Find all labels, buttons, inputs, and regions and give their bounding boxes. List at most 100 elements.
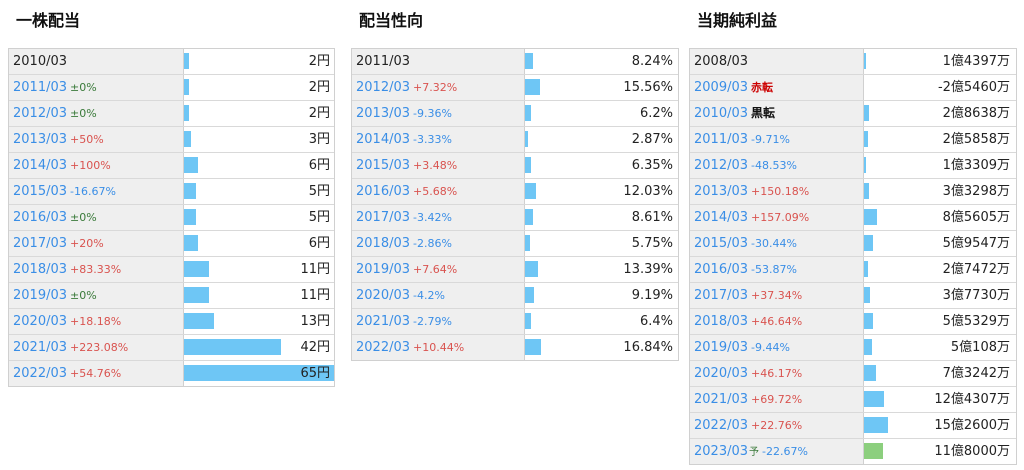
row-label: 2019/03 -9.44%: [690, 335, 864, 360]
value-bar: [184, 183, 196, 199]
table-row: 2019/03 +7.64% 13.39%: [352, 257, 678, 283]
change-label: +20%: [70, 237, 104, 250]
year-label: 2020/03: [694, 366, 749, 381]
value-bar: [864, 105, 869, 121]
row-label: 2019/03 +7.64%: [352, 257, 525, 282]
dividend-per-share-table: 2010/03 2円 2011/03 ±0% 2円 2012/03 ±0% 2円 2013/03…: [8, 48, 335, 387]
value-label: 5円: [308, 184, 330, 199]
value-bar: [525, 53, 533, 69]
value-label: 13円: [300, 314, 330, 329]
value-label: 2.87%: [631, 132, 673, 147]
year-label: 2011/03: [356, 54, 411, 69]
year-label: 2017/03: [694, 288, 749, 303]
value-label: 11円: [300, 262, 330, 277]
value-label: 8.61%: [631, 210, 673, 225]
year-label: 2013/03: [356, 106, 411, 121]
change-label: -2.79%: [413, 315, 452, 328]
row-label: 2020/03 -4.2%: [352, 283, 525, 308]
table-row: 2022/03 +54.76% 65円: [9, 361, 334, 386]
year-label: 2018/03: [13, 262, 68, 277]
payout-ratio-title: 配当性向: [359, 11, 424, 30]
change-label: -9.71%: [751, 133, 790, 146]
value-label: 2億5858万: [942, 132, 1010, 147]
value-bar: [184, 53, 189, 69]
table-row: 2016/03 -53.87% 2億7472万: [690, 257, 1016, 283]
row-label: 2016/03 +5.68%: [352, 179, 525, 204]
year-label: 2022/03: [13, 366, 68, 381]
table-row: 2015/03 -16.67% 5円: [9, 179, 334, 205]
table-row: 2020/03 +18.18% 13円: [9, 309, 334, 335]
value-label: 2円: [308, 54, 330, 69]
row-label: 2011/03 -9.71%: [690, 127, 864, 152]
value-label: 2億7472万: [942, 262, 1010, 277]
row-label: 2015/03 -30.44%: [690, 231, 864, 256]
year-label: 2018/03: [694, 314, 749, 329]
status-tag: 予: [749, 447, 760, 458]
value-bar: [864, 417, 888, 433]
change-label: -4.2%: [413, 289, 445, 302]
change-label: +3.48%: [413, 159, 458, 172]
row-label: 2020/03 +46.17%: [690, 361, 864, 386]
change-label: -48.53%: [751, 159, 797, 172]
value-label: 2円: [308, 106, 330, 121]
year-label: 2016/03: [356, 184, 411, 199]
table-row: 2017/03 -3.42% 8.61%: [352, 205, 678, 231]
year-label: 2014/03: [694, 210, 749, 225]
value-bar: [184, 261, 209, 277]
change-label: +69.72%: [751, 393, 803, 406]
status-tag: 赤転: [751, 81, 774, 94]
dividend-per-share-title: 一株配当: [16, 11, 81, 30]
table-row: 2014/03 +157.09% 8億5605万: [690, 205, 1016, 231]
change-label: +7.32%: [413, 81, 458, 94]
change-label: ±0%: [70, 211, 97, 224]
payout-ratio-table: 2011/03 8.24% 2012/03 +7.32% 15.56% 2013/03 -9…: [351, 48, 679, 361]
year-label: 2009/03: [694, 80, 749, 95]
change-label: +10.44%: [413, 341, 465, 354]
change-label: +223.08%: [70, 341, 129, 354]
change-label: +46.17%: [751, 367, 803, 380]
value-label: 11円: [300, 288, 330, 303]
table-row: 2017/03 +20% 6円: [9, 231, 334, 257]
change-label: ±0%: [70, 107, 97, 120]
value-bar: [525, 105, 531, 121]
year-label: 2018/03: [356, 236, 411, 251]
year-label: 2012/03: [694, 158, 749, 173]
row-label: 2015/03 -16.67%: [9, 179, 184, 204]
value-label: 6.35%: [631, 158, 673, 173]
row-label: 2011/03 ±0%: [9, 75, 184, 100]
table-row: 2021/03 -2.79% 6.4%: [352, 309, 678, 335]
table-row: 2011/03 ±0% 2円: [9, 75, 334, 101]
table-row: 2018/03 -2.86% 5.75%: [352, 231, 678, 257]
value-bar: [864, 287, 870, 303]
table-row: 2014/03 +100% 6円: [9, 153, 334, 179]
net-income-title: 当期純利益: [697, 11, 778, 30]
value-label: 42円: [300, 340, 330, 355]
table-row: 2019/03 -9.44% 5億108万: [690, 335, 1016, 361]
change-label: -9.44%: [751, 341, 790, 354]
row-label: 2022/03 +22.76%: [690, 413, 864, 438]
year-label: 2014/03: [13, 158, 68, 173]
row-label: 2017/03 +20%: [9, 231, 184, 256]
row-label: 2012/03 -48.53%: [690, 153, 864, 178]
year-label: 2019/03: [356, 262, 411, 277]
value-label: 8.24%: [631, 54, 673, 69]
value-label: 3億3298万: [942, 184, 1010, 199]
value-bar: [525, 287, 534, 303]
table-row: 2014/03 -3.33% 2.87%: [352, 127, 678, 153]
value-bar: [864, 365, 876, 381]
year-label: 2023/03: [694, 444, 749, 459]
change-label: -3.42%: [413, 211, 452, 224]
year-label: 2020/03: [13, 314, 68, 329]
table-row: 2010/03 2円: [9, 49, 334, 75]
value-label: 2億8638万: [942, 106, 1010, 121]
value-label: 2円: [308, 80, 330, 95]
year-label: 2011/03: [694, 132, 749, 147]
value-bar: [184, 157, 198, 173]
row-label: 2023/03予 -22.67%: [690, 439, 864, 464]
value-bar: [525, 183, 536, 199]
value-bar: [525, 261, 538, 277]
value-label: 5億9547万: [942, 236, 1010, 251]
table-row: 2011/03 8.24%: [352, 49, 678, 75]
change-label: -22.67%: [762, 445, 808, 458]
row-label: 2021/03 -2.79%: [352, 309, 525, 334]
